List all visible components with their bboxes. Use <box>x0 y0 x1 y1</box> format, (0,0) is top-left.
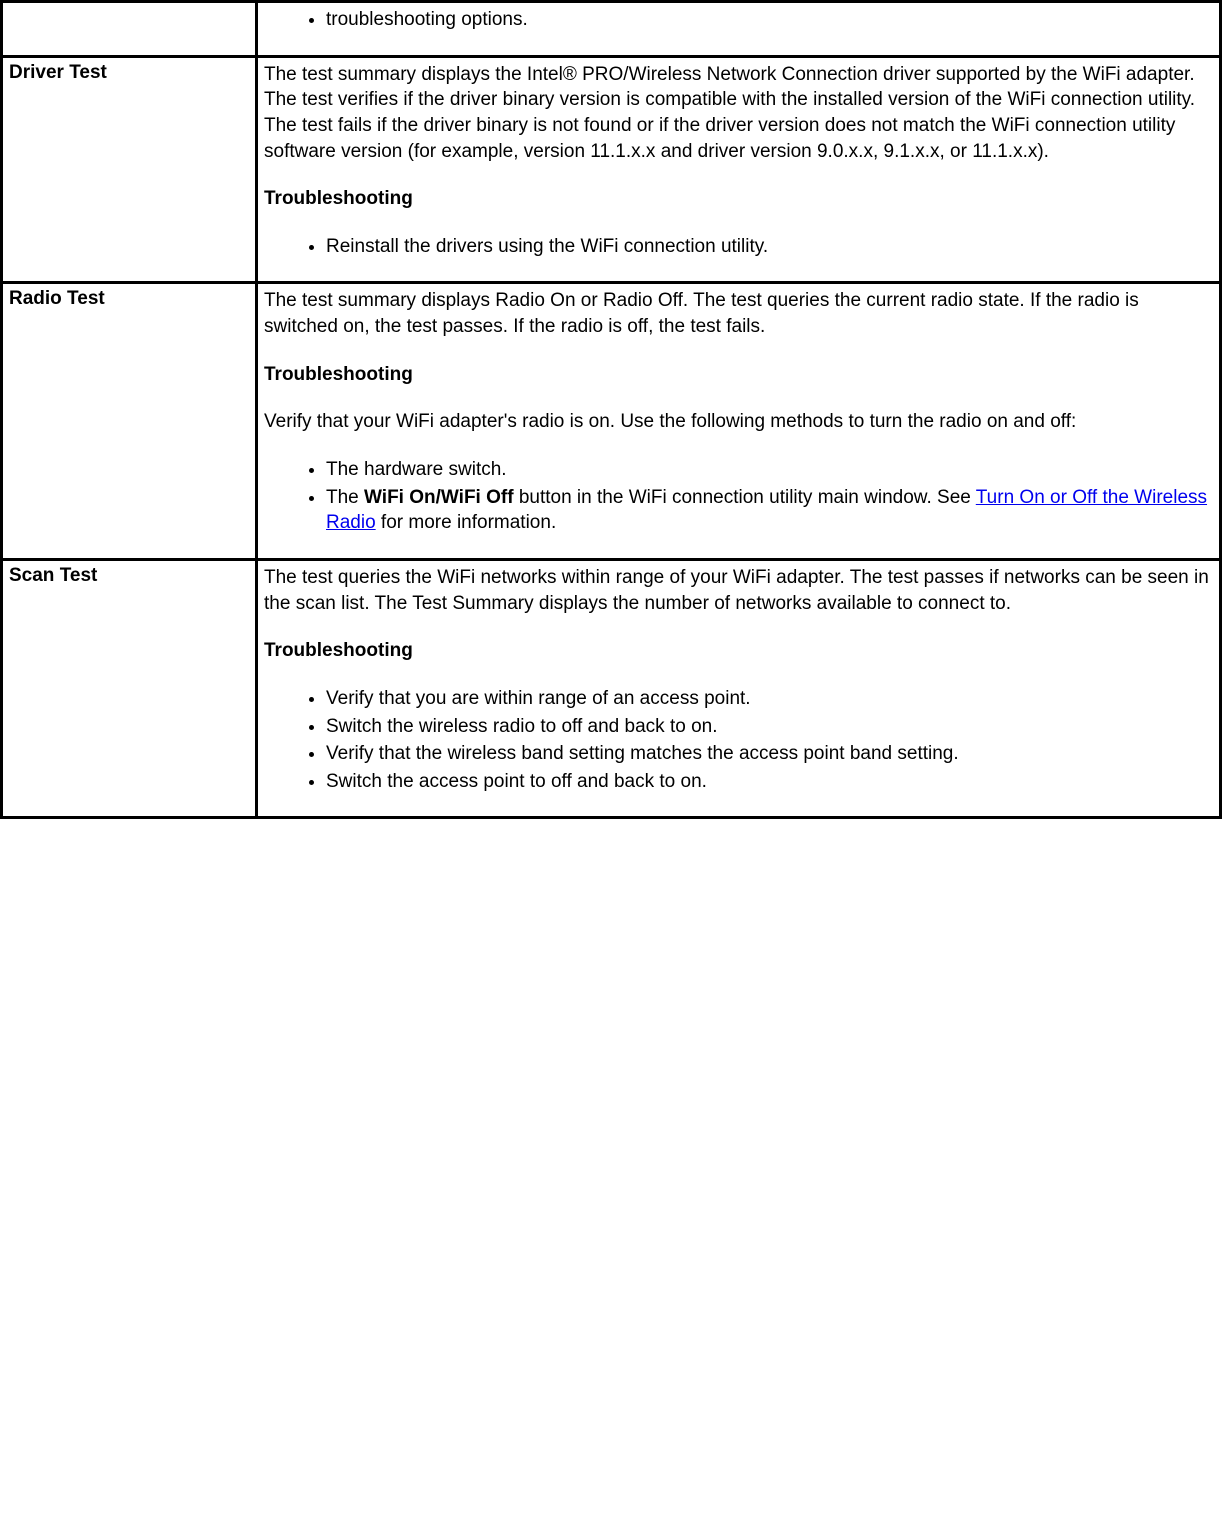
row1-label-cell: Driver Test <box>2 56 257 283</box>
row2-label-cell: Radio Test <box>2 283 257 559</box>
row3-desc: The test queries the WiFi networks withi… <box>264 565 1213 616</box>
list-item: Verify that you are within range of an a… <box>326 686 1213 714</box>
list-item: troubleshooting options. <box>326 7 1213 35</box>
row3-label: Scan Test <box>9 565 97 586</box>
row2-b2-post: for more information. <box>376 512 557 533</box>
row2-label: Radio Test <box>9 288 105 309</box>
row3-label-cell: Scan Test <box>2 559 257 817</box>
list-item: Verify that the wireless band setting ma… <box>326 741 1213 769</box>
row2-list: The hardware switch. The WiFi On/WiFi Of… <box>264 457 1213 538</box>
list-item: Reinstall the drivers using the WiFi con… <box>326 234 1213 262</box>
row0-content-cell: troubleshooting options. <box>257 2 1221 57</box>
row1-desc: The test summary displays the Intel® PRO… <box>264 62 1213 165</box>
list-item: The hardware switch. <box>326 457 1213 485</box>
table-row: troubleshooting options. <box>2 2 1221 57</box>
row1-heading: Troubleshooting <box>264 186 1213 212</box>
row2-content-cell: The test summary displays Radio On or Ra… <box>257 283 1221 559</box>
row3-heading: Troubleshooting <box>264 638 1213 664</box>
row2-b2-pre: The <box>326 487 364 508</box>
row0-label-cell <box>2 2 257 57</box>
list-item: The WiFi On/WiFi Off button in the WiFi … <box>326 485 1213 538</box>
row3-content-cell: The test queries the WiFi networks withi… <box>257 559 1221 817</box>
row2-b2-mid: button in the WiFi connection utility ma… <box>514 487 976 508</box>
list-item: Switch the access point to off and back … <box>326 769 1213 797</box>
row0-list: troubleshooting options. <box>264 7 1213 35</box>
row1-label: Driver Test <box>9 62 107 83</box>
row1-content-cell: The test summary displays the Intel® PRO… <box>257 56 1221 283</box>
list-item: Switch the wireless radio to off and bac… <box>326 714 1213 742</box>
row2-heading: Troubleshooting <box>264 362 1213 388</box>
row2-desc: The test summary displays Radio On or Ra… <box>264 288 1213 339</box>
table-row: Driver Test The test summary displays th… <box>2 56 1221 283</box>
row2-b2-bold: WiFi On/WiFi Off <box>364 487 514 508</box>
row2-desc2: Verify that your WiFi adapter's radio is… <box>264 409 1213 435</box>
row1-list: Reinstall the drivers using the WiFi con… <box>264 234 1213 262</box>
row3-list: Verify that you are within range of an a… <box>264 686 1213 797</box>
table-row: Radio Test The test summary displays Rad… <box>2 283 1221 559</box>
tests-table: troubleshooting options. Driver Test The… <box>0 0 1222 819</box>
table-row: Scan Test The test queries the WiFi netw… <box>2 559 1221 817</box>
